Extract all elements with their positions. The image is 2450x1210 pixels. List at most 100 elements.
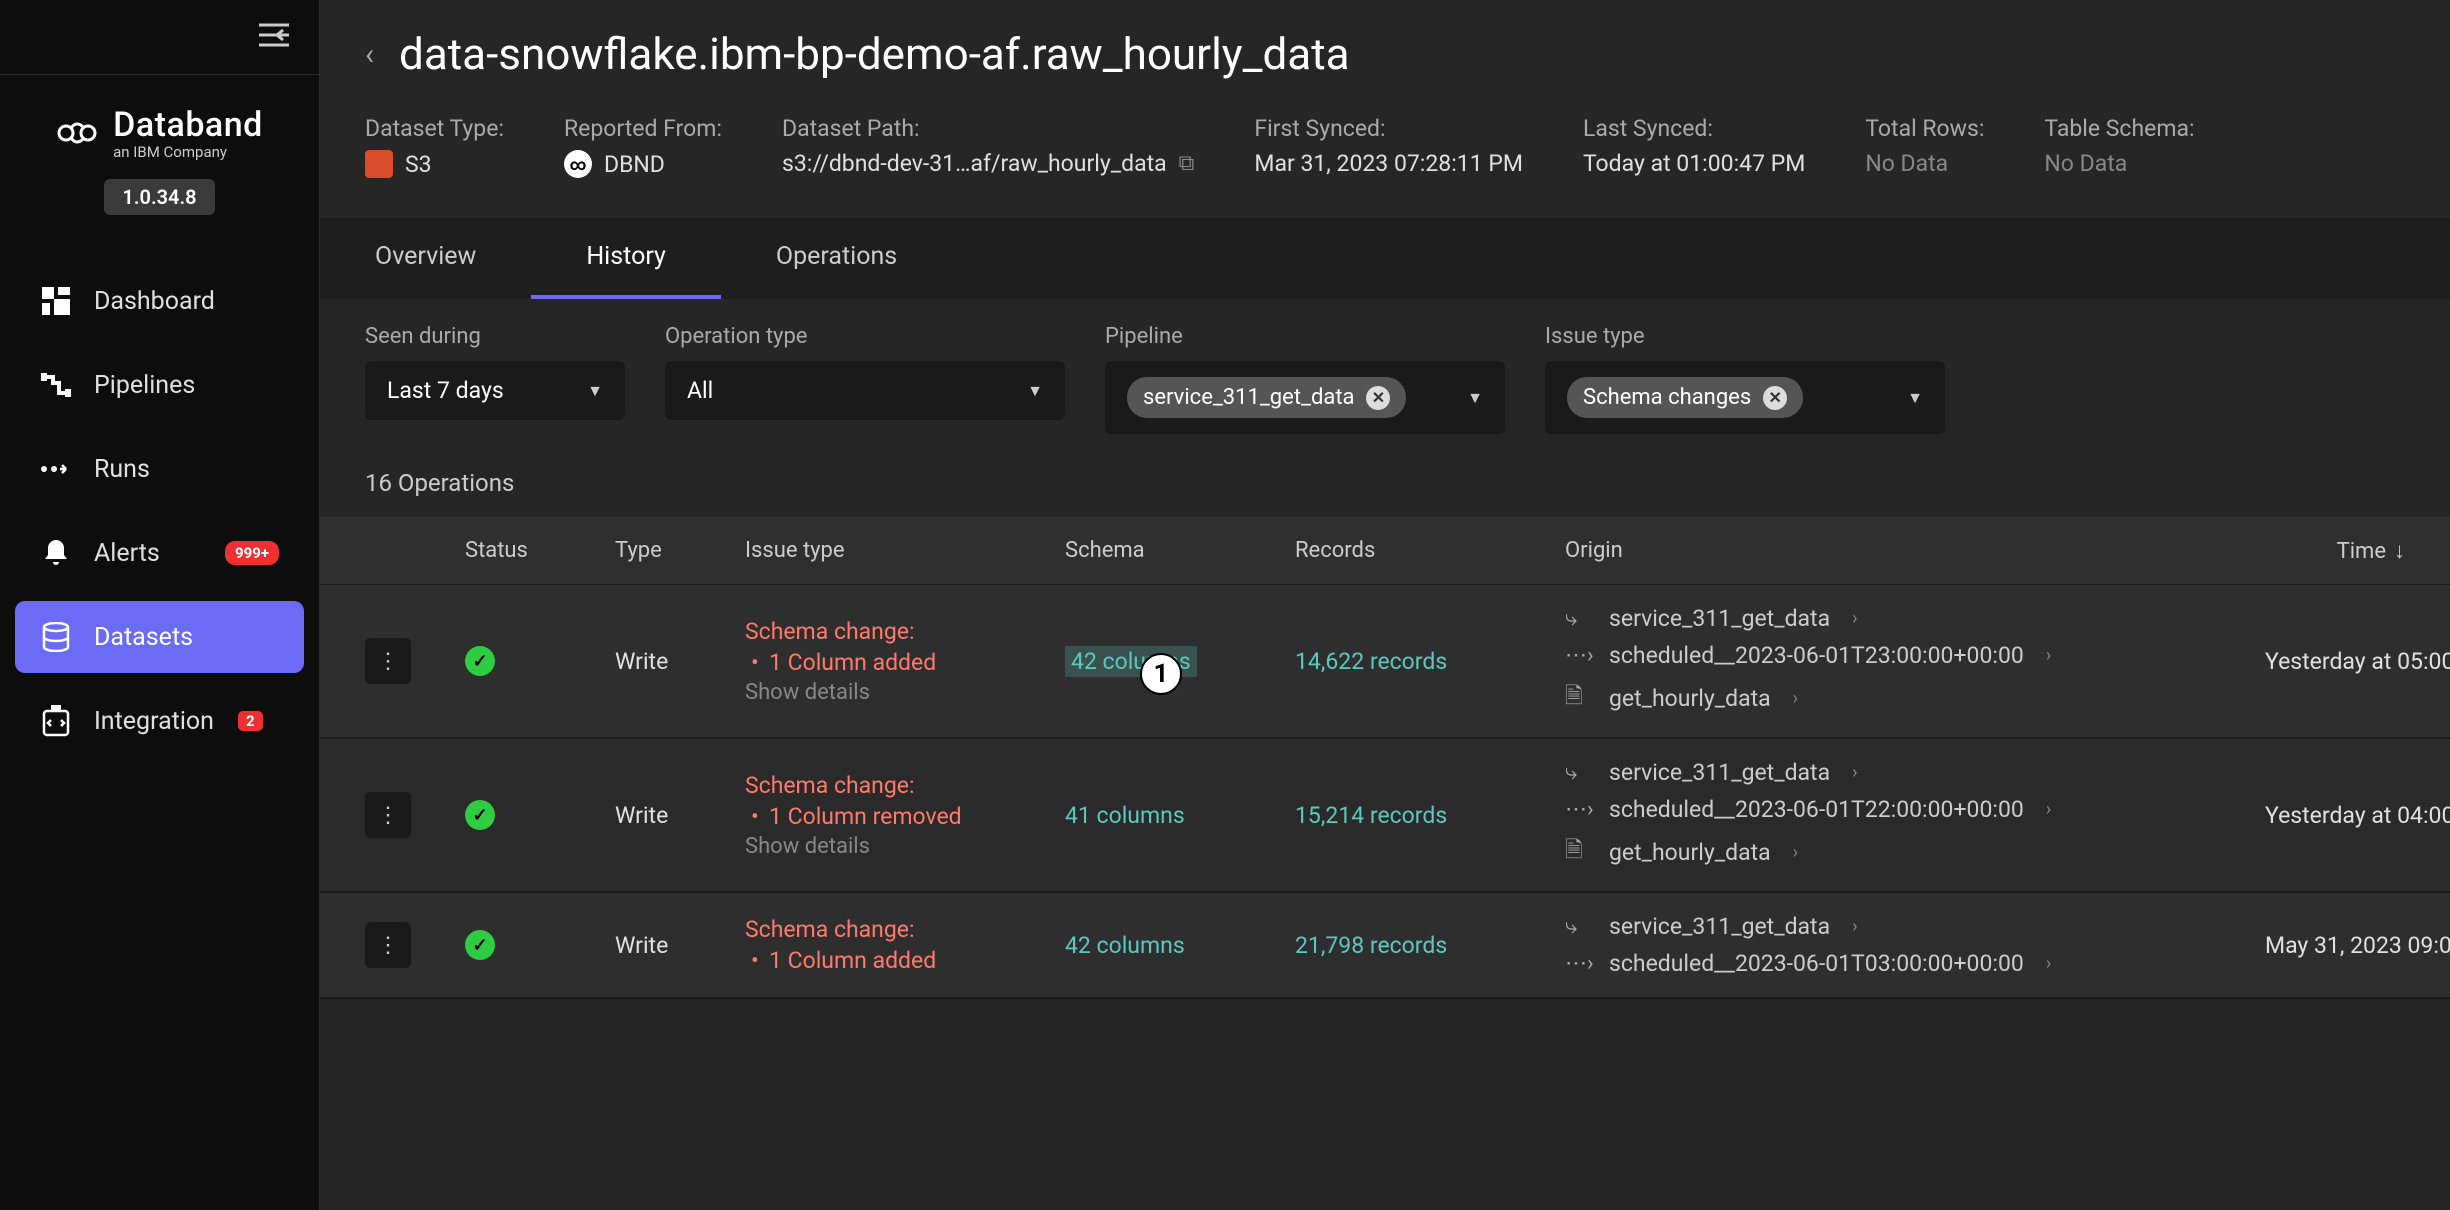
- copy-icon[interactable]: ⧉: [1179, 151, 1195, 176]
- brand-name: Databand: [113, 105, 263, 145]
- origin-run[interactable]: ⋯›scheduled__2023-06-01T22:00:00+00:00›: [1565, 796, 2265, 823]
- row-time: Yesterday at 05:00: [2265, 648, 2450, 675]
- th-time[interactable]: Time↓: [2265, 538, 2405, 564]
- filter-label-optype: Operation type: [665, 324, 1065, 349]
- origin-pipeline[interactable]: ⤷service_311_get_data›: [1565, 759, 2265, 786]
- sidebar-item-runs[interactable]: Runs: [15, 433, 304, 505]
- brand-logo-icon: [56, 112, 98, 154]
- sidebar-item-dashboard[interactable]: Dashboard: [15, 265, 304, 337]
- filter-label-seen: Seen during: [365, 324, 625, 349]
- th-origin: Origin: [1565, 538, 2265, 564]
- filter-seen-during[interactable]: Last 7 days ▼: [365, 361, 625, 420]
- th-type: Type: [615, 538, 745, 564]
- filter-issue-type[interactable]: Schema changes ✕ ▼: [1545, 361, 1945, 434]
- issue-detail: 1 Column added: [745, 649, 1065, 676]
- issue-title: Schema change:: [745, 916, 1065, 943]
- origin-task[interactable]: 🗎get_hourly_data›: [1565, 679, 2265, 717]
- meta-total-rows: Total Rows: No Data: [1865, 115, 1984, 178]
- issue-chip: Schema changes ✕: [1567, 377, 1803, 418]
- tab-operations[interactable]: Operations: [721, 218, 952, 299]
- origin-pipeline[interactable]: ⤷service_311_get_data›: [1565, 913, 2265, 940]
- file-icon: 🗎: [1565, 679, 1591, 717]
- row-actions-button[interactable]: ⋮: [365, 638, 411, 684]
- issue-block: Schema change: 1 Column added: [745, 916, 1065, 974]
- table-header: Status Type Issue type Schema Records Or…: [320, 518, 2450, 585]
- filter-label-pipeline: Pipeline: [1105, 324, 1505, 349]
- show-details-link[interactable]: Show details: [745, 680, 1065, 705]
- sidebar-item-pipelines[interactable]: Pipelines: [15, 349, 304, 421]
- origin-task[interactable]: 🗎get_hourly_data›: [1565, 833, 2265, 871]
- filter-operation-type[interactable]: All ▼: [665, 361, 1065, 420]
- chip-remove-icon[interactable]: ✕: [1366, 386, 1390, 410]
- header: ‹ data-snowflake.ibm-bp-demo-af.raw_hour…: [320, 0, 2450, 218]
- table-row[interactable]: ⋮ ✓ Write Schema change: 1 Column added …: [320, 893, 2450, 999]
- issue-detail: 1 Column added: [745, 947, 1065, 974]
- origin-block: ⤷service_311_get_data› ⋯›scheduled__2023…: [1565, 605, 2265, 717]
- table-row[interactable]: ⋮ ✓ Write Schema change: 1 Column added …: [320, 585, 2450, 739]
- tab-history[interactable]: History: [531, 218, 721, 299]
- collapse-sidebar-icon[interactable]: [259, 21, 289, 54]
- row-type: Write: [615, 648, 745, 675]
- issue-block: Schema change: 1 Column removed Show det…: [745, 772, 1065, 859]
- row-type: Write: [615, 802, 745, 829]
- file-icon: 🗎: [1565, 833, 1591, 871]
- origin-pipeline[interactable]: ⤷service_311_get_data›: [1565, 605, 2265, 632]
- issue-detail: 1 Column removed: [745, 803, 1065, 830]
- chevron-right-icon: ›: [2046, 799, 2051, 820]
- origin-run[interactable]: ⋯›scheduled__2023-06-01T03:00:00+00:00›: [1565, 950, 2265, 977]
- sidebar-item-label: Runs: [94, 455, 150, 484]
- sidebar-item-label: Dashboard: [94, 287, 215, 316]
- status-ok-icon: ✓: [465, 930, 495, 960]
- chevron-down-icon: ▼: [1907, 388, 1923, 408]
- chevron-right-icon: ›: [2046, 645, 2051, 666]
- records-link[interactable]: 14,622 records: [1295, 648, 1447, 675]
- issue-title: Schema change:: [745, 772, 1065, 799]
- filter-pipeline[interactable]: service_311_get_data ✕ ▼: [1105, 361, 1505, 434]
- meta-reported-from: Reported From: ∞DBND: [564, 115, 722, 178]
- origin-block: ⤷service_311_get_data› ⋯›scheduled__2023…: [1565, 913, 2265, 977]
- chevron-down-icon: ▼: [1027, 381, 1043, 401]
- table-row[interactable]: ⋮ ✓ Write Schema change: 1 Column remove…: [320, 739, 2450, 893]
- row-time: Yesterday at 04:00: [2265, 802, 2450, 829]
- issue-title: Schema change:: [745, 618, 1065, 645]
- annotation-marker: 1: [1140, 653, 1182, 695]
- brand-subtitle: an IBM Company: [113, 143, 263, 161]
- table-body: ⋮ ✓ Write Schema change: 1 Column added …: [320, 585, 2450, 999]
- meta-table-schema: Table Schema: No Data: [2044, 115, 2194, 178]
- sidebar-item-label: Integration: [94, 707, 214, 736]
- meta-dataset-type: Dataset Type: S3: [365, 115, 504, 178]
- run-icon: ⋯›: [1565, 951, 1591, 976]
- chevron-down-icon: ▼: [1467, 388, 1483, 408]
- schema-link[interactable]: 41 columns: [1065, 802, 1185, 829]
- row-actions-button[interactable]: ⋮: [365, 792, 411, 838]
- sidebar-item-label: Pipelines: [94, 371, 195, 400]
- row-actions-button[interactable]: ⋮: [365, 922, 411, 968]
- page-title: data-snowflake.ibm-bp-demo-af.raw_hourly…: [399, 28, 1350, 80]
- bell-icon: [40, 537, 72, 569]
- sidebar-item-alerts[interactable]: Alerts 999+: [15, 517, 304, 589]
- version-badge: 1.0.34.8: [104, 179, 214, 215]
- row-type: Write: [615, 932, 745, 959]
- schema-link[interactable]: 42 columns: [1065, 932, 1185, 959]
- show-details-link[interactable]: Show details: [745, 834, 1065, 859]
- chip-remove-icon[interactable]: ✕: [1763, 386, 1787, 410]
- sidebar-item-label: Alerts: [94, 539, 160, 568]
- tab-overview[interactable]: Overview: [320, 218, 531, 299]
- meta-dataset-path: Dataset Path: s3://dbnd-dev-31…af/raw_ho…: [782, 115, 1194, 178]
- records-link[interactable]: 15,214 records: [1295, 802, 1447, 829]
- sidebar-item-integration[interactable]: Integration2: [15, 685, 304, 757]
- s3-icon: [365, 150, 393, 178]
- origin-run[interactable]: ⋯›scheduled__2023-06-01T23:00:00+00:00›: [1565, 642, 2265, 669]
- tabs: Overview History Operations: [320, 218, 2450, 299]
- meta-first-synced: First Synced: Mar 31, 2023 07:28:11 PM: [1254, 115, 1523, 178]
- records-link[interactable]: 21,798 records: [1295, 932, 1447, 959]
- brand: Databand an IBM Company 1.0.34.8: [0, 75, 319, 235]
- sidebar-item-datasets[interactable]: Datasets: [15, 601, 304, 673]
- pipeline-icon: ⤷: [1565, 606, 1591, 631]
- back-button[interactable]: ‹: [365, 37, 374, 72]
- nav: Dashboard Pipelines Runs Alerts 999+ Dat…: [0, 235, 319, 787]
- runs-icon: [40, 453, 72, 485]
- origin-block: ⤷service_311_get_data› ⋯›scheduled__2023…: [1565, 759, 2265, 871]
- status-ok-icon: ✓: [465, 800, 495, 830]
- sidebar: Databand an IBM Company 1.0.34.8 Dashboa…: [0, 0, 320, 1210]
